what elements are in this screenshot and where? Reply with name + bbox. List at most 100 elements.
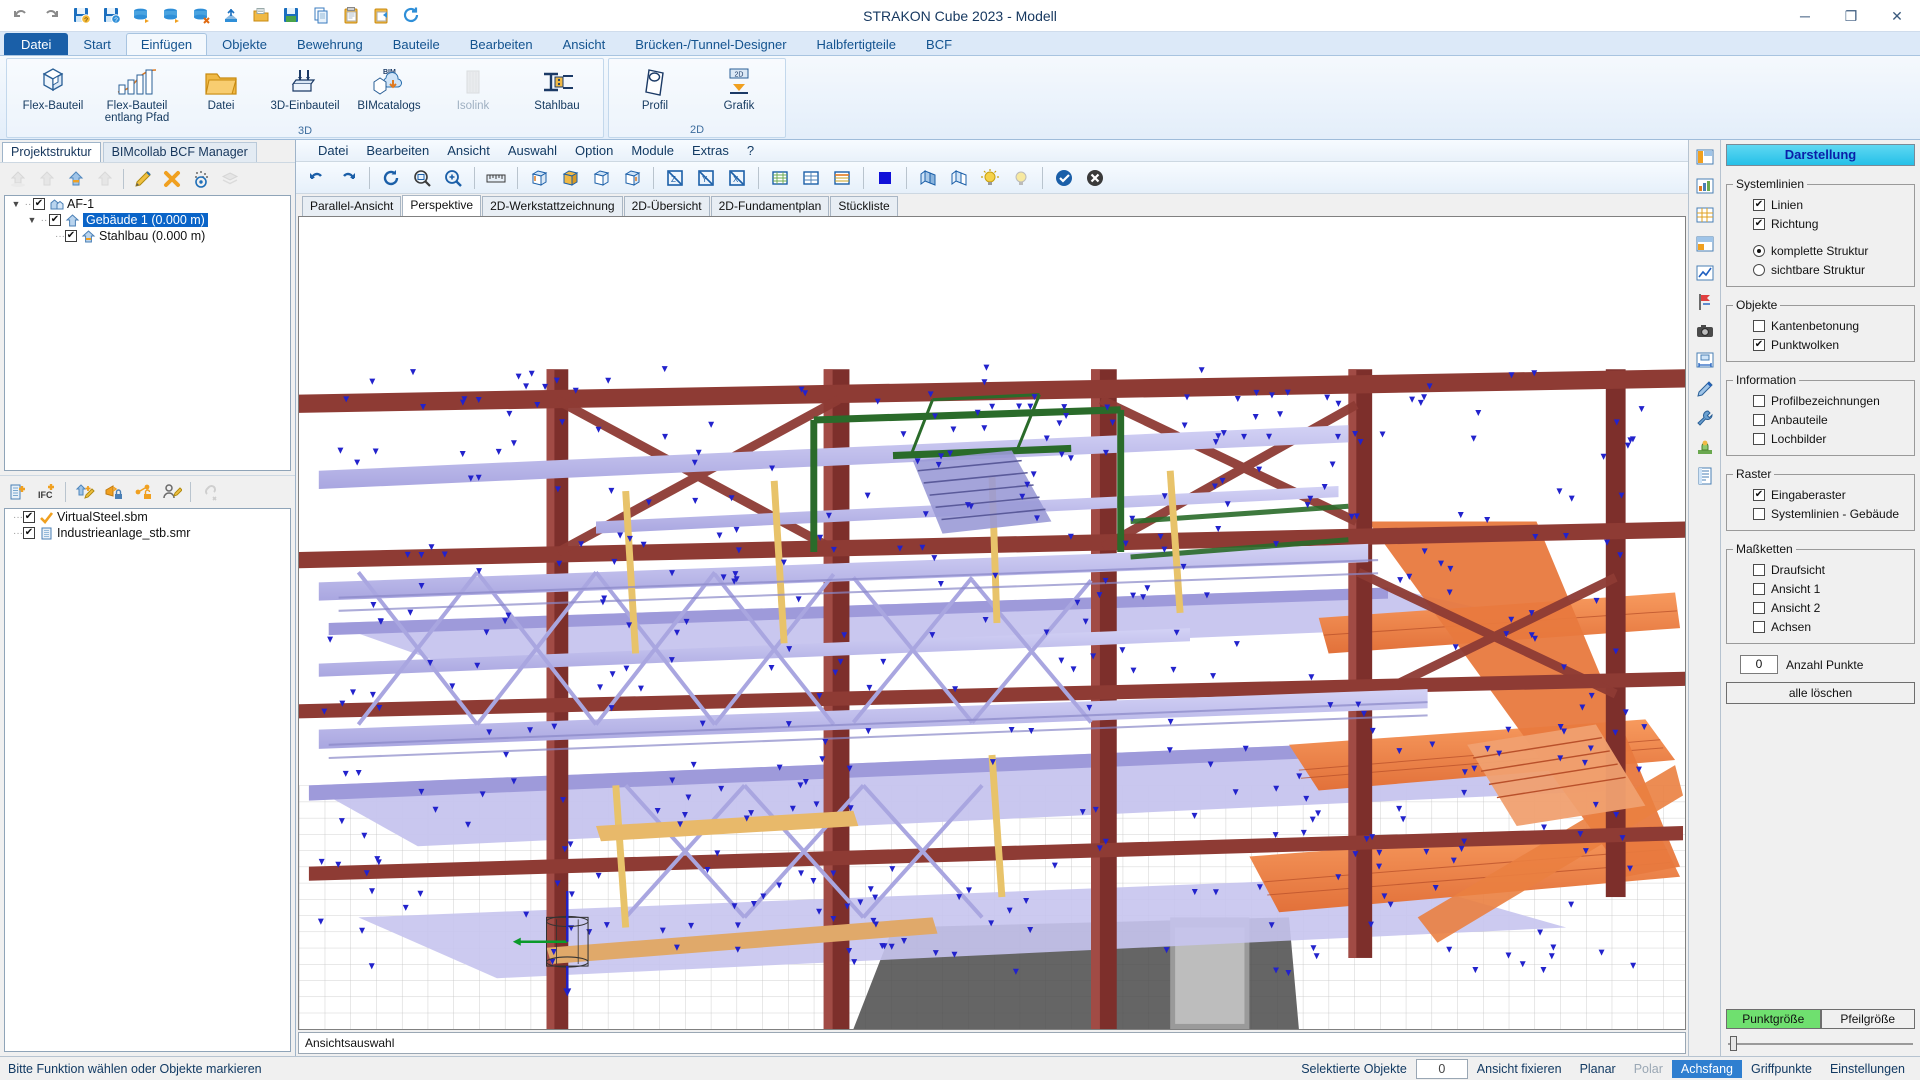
checkbox-row[interactable]: Anbauteile: [1733, 410, 1908, 429]
zoom-in-icon[interactable]: [438, 164, 468, 192]
export-icon[interactable]: [218, 4, 244, 28]
checkbox-linien[interactable]: ✔: [1753, 199, 1765, 211]
checkbox-row[interactable]: Kantenbetonung: [1733, 316, 1908, 335]
section-z-icon[interactable]: Z: [660, 164, 690, 192]
ribbon-tab-datei[interactable]: Datei: [4, 33, 68, 55]
minimize-button[interactable]: ─: [1782, 0, 1828, 32]
expand-collapse-icon[interactable]: ▼: [9, 199, 23, 209]
ribbon-tab-einf-gen[interactable]: Einfügen: [126, 33, 207, 55]
ribbon-button-bimcatalogs[interactable]: BIMBIMcatalogs: [347, 61, 431, 112]
checkbox-draufsicht[interactable]: [1753, 564, 1765, 576]
database-save-icon[interactable]: [128, 4, 154, 28]
level-down-all-icon[interactable]: [4, 166, 31, 192]
3d-viewport[interactable]: [298, 216, 1686, 1030]
cancel-x-icon[interactable]: [1080, 164, 1110, 192]
open-folder-icon[interactable]: [248, 4, 274, 28]
ribbon-button-stahlbau[interactable]: Stahlbau: [515, 61, 599, 112]
size-slider[interactable]: [1726, 1036, 1915, 1052]
checkbox-row[interactable]: Achsen: [1733, 617, 1908, 636]
checkbox-row[interactable]: Draufsicht: [1733, 560, 1908, 579]
file-list-item[interactable]: ···✔Industrieanlage_stb.smr: [5, 525, 290, 541]
checkbox-row[interactable]: ✔Eingaberaster: [1733, 485, 1908, 504]
checkbox-richtung[interactable]: ✔: [1753, 218, 1765, 230]
ribbon-tab-br-cken-tunnel-designer[interactable]: Brücken-/Tunnel-Designer: [620, 33, 801, 55]
menu-item-auswahl[interactable]: Auswahl: [500, 141, 565, 160]
view-tab-2d-bersicht[interactable]: 2D-Übersicht: [624, 196, 710, 216]
radio-sichtbare-struktur[interactable]: [1753, 264, 1765, 276]
stamp-green-icon[interactable]: [1692, 434, 1718, 460]
save-image-icon[interactable]: [278, 4, 304, 28]
view-tab-perspektive[interactable]: Perspektive: [402, 195, 481, 216]
level-up-icon[interactable]: [33, 166, 60, 192]
add-model-icon[interactable]: [4, 479, 31, 505]
ribbon-button-3d-einbauteil[interactable]: 3D-Einbauteil: [263, 61, 347, 112]
wrench-icon[interactable]: [1692, 405, 1718, 431]
menu-item-option[interactable]: Option: [567, 141, 621, 160]
view-tab-2d-werkstattzeichnung[interactable]: 2D-Werkstattzeichnung: [482, 196, 623, 216]
view-tab-2d-fundamentplan[interactable]: 2D-Fundamentplan: [711, 196, 830, 216]
view-box-front-icon[interactable]: [524, 164, 554, 192]
light-bulb-icon[interactable]: [975, 164, 1005, 192]
checkbox-anbauteile[interactable]: [1753, 414, 1765, 426]
ribbon-tab-bearbeiten[interactable]: Bearbeiten: [455, 33, 548, 55]
menu-item-extras[interactable]: Extras: [684, 141, 737, 160]
confirm-check-icon[interactable]: [1049, 164, 1079, 192]
ribbon-tab-ansicht[interactable]: Ansicht: [548, 33, 621, 55]
pen-draw-icon[interactable]: [1692, 376, 1718, 402]
display-settings-icon[interactable]: [1692, 144, 1718, 170]
layers-icon[interactable]: [216, 166, 243, 192]
menu-item-ansicht[interactable]: Ansicht: [439, 141, 498, 160]
slider-thumb[interactable]: [1730, 1036, 1737, 1051]
chart-bars-icon[interactable]: [1692, 173, 1718, 199]
view-tab-st-ckliste[interactable]: Stückliste: [830, 196, 897, 216]
checkbox-profilbezeichnungen[interactable]: [1753, 395, 1765, 407]
status-griffpunkte[interactable]: Griffpunkte: [1742, 1060, 1821, 1078]
share-model-icon[interactable]: [129, 479, 156, 505]
checkbox-systemlinien-gebäude[interactable]: [1753, 508, 1765, 520]
flag-marker-icon[interactable]: [1692, 289, 1718, 315]
edit-model-icon[interactable]: [71, 479, 98, 505]
ribbon-tab-bcf[interactable]: BCF: [911, 33, 967, 55]
checkbox-row[interactable]: Ansicht 1: [1733, 579, 1908, 598]
ribbon-button-flex-bauteil[interactable]: Flex-Bauteil: [11, 61, 95, 112]
add-ifc-icon[interactable]: IFC: [33, 479, 60, 505]
model-file-list[interactable]: ···✔VirtualSteel.sbm···✔Industrieanlage_…: [4, 508, 291, 1052]
checkbox-row[interactable]: Systemlinien - Gebäude: [1733, 504, 1908, 523]
radio-komplette-struktur[interactable]: [1753, 245, 1765, 257]
3d-model-render[interactable]: [299, 217, 1685, 1029]
page-info-icon[interactable]: [1692, 463, 1718, 489]
ribbon-tab-bauteile[interactable]: Bauteile: [378, 33, 455, 55]
database-load-icon[interactable]: [158, 4, 184, 28]
segment-punktgröße[interactable]: Punktgröße: [1726, 1009, 1821, 1029]
ruler-dim-icon[interactable]: [1692, 347, 1718, 373]
checkbox-lochbilder[interactable]: [1753, 433, 1765, 445]
section-y-icon[interactable]: Y: [691, 164, 721, 192]
close-button[interactable]: ✕: [1874, 0, 1920, 32]
grid-matrix-icon[interactable]: [1692, 202, 1718, 228]
ribbon-tab-start[interactable]: Start: [68, 33, 125, 55]
layout-split-icon[interactable]: [1692, 231, 1718, 257]
save-plan-icon[interactable]: ?: [68, 4, 94, 28]
file-checkbox[interactable]: ✔: [23, 511, 35, 523]
view-box-iso-icon[interactable]: [617, 164, 647, 192]
graph-line-icon[interactable]: [1692, 260, 1718, 286]
paste-special-icon[interactable]: [368, 4, 394, 28]
unlink-icon[interactable]: [196, 479, 223, 505]
file-list-item[interactable]: ···✔VirtualSteel.sbm: [5, 509, 290, 525]
checkbox-achsen[interactable]: [1753, 621, 1765, 633]
radio-row[interactable]: sichtbare Struktur: [1733, 260, 1908, 279]
segment-pfeilgröße[interactable]: Pfeilgröße: [1821, 1009, 1916, 1029]
radio-row[interactable]: komplette Struktur: [1733, 241, 1908, 260]
checkbox-punktwolken[interactable]: ✔: [1753, 339, 1765, 351]
section-x-icon[interactable]: X: [722, 164, 752, 192]
checkbox-eingaberaster[interactable]: ✔: [1753, 489, 1765, 501]
status-ansicht-fixieren[interactable]: Ansicht fixieren: [1468, 1060, 1571, 1078]
view-box-top-icon[interactable]: [586, 164, 616, 192]
point-count-value[interactable]: 0: [1740, 655, 1778, 674]
grid-list-icon[interactable]: [827, 164, 857, 192]
grid-table-icon[interactable]: [765, 164, 795, 192]
maximize-button[interactable]: ❐: [1828, 0, 1874, 32]
checkbox-row[interactable]: Profilbezeichnungen: [1733, 391, 1908, 410]
paste-icon[interactable]: [338, 4, 364, 28]
menu-item-datei[interactable]: Datei: [310, 141, 356, 160]
